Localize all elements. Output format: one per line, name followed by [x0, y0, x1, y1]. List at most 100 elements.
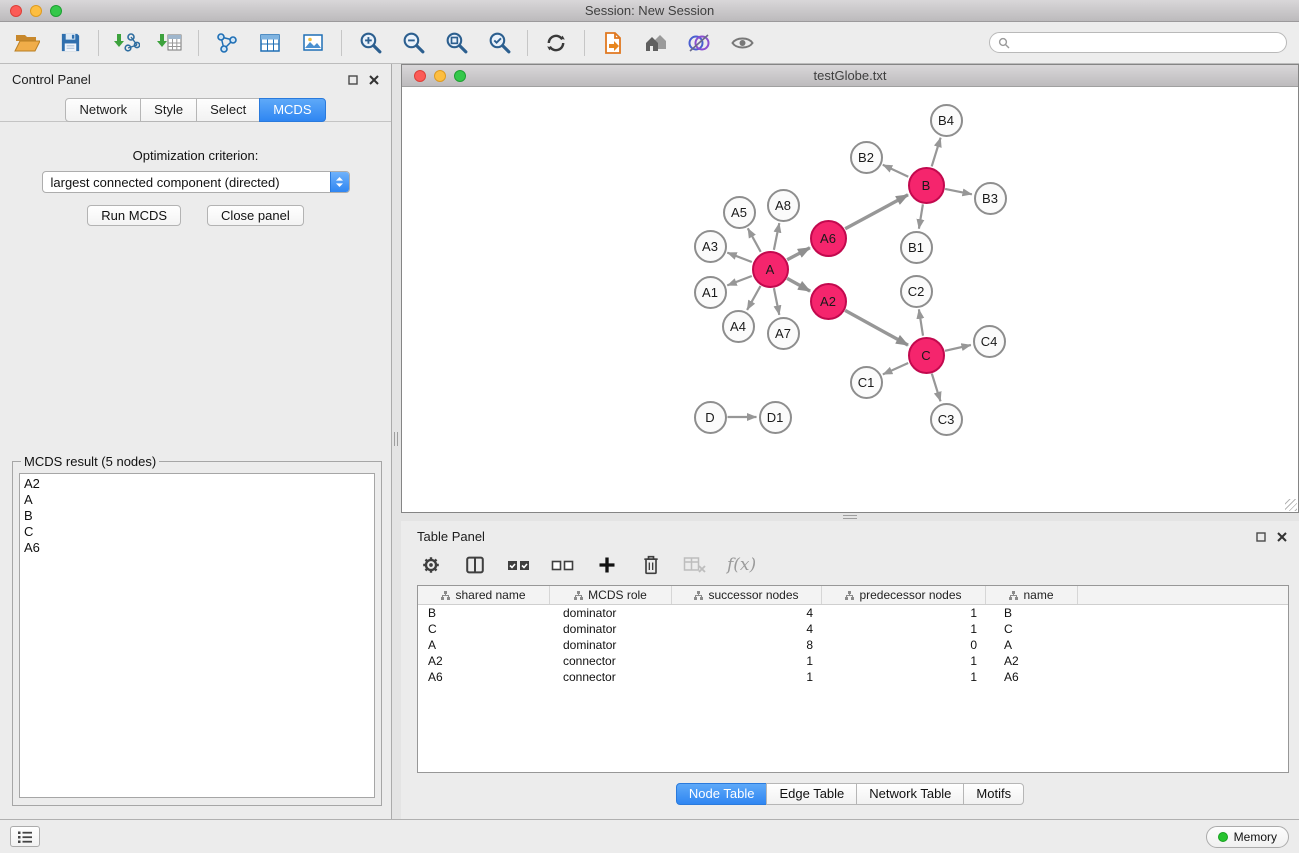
graph-edge-A-A1[interactable] — [727, 276, 752, 285]
table-cell[interactable]: connector — [550, 670, 672, 684]
table-row[interactable]: A6connector11A6 — [418, 669, 1288, 685]
column-header-predecessor-nodes[interactable]: predecessor nodes — [822, 586, 986, 604]
graph-node-B2[interactable]: B2 — [850, 141, 883, 174]
graph-edge-A2-C[interactable] — [845, 310, 908, 345]
graph-node-C2[interactable]: C2 — [900, 275, 933, 308]
mcds-result-item[interactable]: B — [20, 508, 374, 524]
close-window-button[interactable] — [10, 5, 22, 17]
table-row[interactable]: Cdominator41C — [418, 621, 1288, 637]
zoom-window-button[interactable] — [50, 5, 62, 17]
table-cell[interactable]: A2 — [418, 654, 550, 668]
table-row[interactable]: Bdominator41B — [418, 605, 1288, 621]
graph-edge-B-B4[interactable] — [932, 138, 941, 167]
node-table[interactable]: shared nameMCDS rolesuccessor nodesprede… — [417, 585, 1289, 773]
home-icon[interactable] — [641, 28, 671, 58]
tab-node-table[interactable]: Node Table — [676, 783, 768, 805]
select-all-icon[interactable] — [507, 553, 531, 577]
table-row[interactable]: Adominator80A — [418, 637, 1288, 653]
mcds-result-item[interactable]: A2 — [20, 476, 374, 492]
table-cell[interactable]: 0 — [822, 638, 986, 652]
graph-node-B4[interactable]: B4 — [930, 104, 963, 137]
new-network-icon[interactable] — [212, 28, 242, 58]
delete-icon[interactable] — [639, 553, 663, 577]
graph-node-B1[interactable]: B1 — [900, 231, 933, 264]
network-minimize-button[interactable] — [434, 70, 446, 82]
graph-node-A7[interactable]: A7 — [767, 317, 800, 350]
graph-node-C4[interactable]: C4 — [973, 325, 1006, 358]
memory-button[interactable]: Memory — [1206, 826, 1289, 848]
tab-motifs[interactable]: Motifs — [963, 783, 1024, 805]
tab-network-table[interactable]: Network Table — [856, 783, 964, 805]
float-panel-icon[interactable] — [1256, 532, 1266, 542]
mcds-result-item[interactable]: C — [20, 524, 374, 540]
zoom-selected-icon[interactable] — [484, 28, 514, 58]
graph-edge-B-B3[interactable] — [945, 189, 972, 194]
tab-style[interactable]: Style — [140, 98, 197, 122]
table-cell[interactable]: 4 — [672, 622, 822, 636]
table-cell[interactable]: A — [418, 638, 550, 652]
graph-node-A[interactable]: A — [752, 251, 789, 288]
table-cell[interactable]: 4 — [672, 606, 822, 620]
close-panel-button[interactable]: Close panel — [207, 205, 304, 226]
mcds-result-item[interactable]: A6 — [20, 540, 374, 556]
graph-edge-A-A5[interactable] — [748, 228, 761, 252]
add-icon[interactable] — [595, 553, 619, 577]
import-file-icon[interactable] — [598, 28, 628, 58]
tab-select[interactable]: Select — [196, 98, 260, 122]
graph-node-A6[interactable]: A6 — [810, 220, 847, 257]
graph-edge-C-C3[interactable] — [932, 374, 941, 402]
table-cell[interactable]: dominator — [550, 606, 672, 620]
graph-edge-C-C4[interactable] — [945, 345, 971, 351]
table-cell[interactable]: dominator — [550, 638, 672, 652]
column-header-name[interactable]: name — [986, 586, 1078, 604]
graph-node-A1[interactable]: A1 — [694, 276, 727, 309]
network-zoom-button[interactable] — [454, 70, 466, 82]
table-cell[interactable]: A6 — [418, 670, 550, 684]
tab-network[interactable]: Network — [65, 98, 141, 122]
network-close-button[interactable] — [414, 70, 426, 82]
graph-node-B[interactable]: B — [908, 167, 945, 204]
graph-node-A2[interactable]: A2 — [810, 283, 847, 320]
float-panel-icon[interactable] — [348, 75, 358, 85]
table-cell[interactable]: 1 — [822, 622, 986, 636]
table-cell[interactable]: C — [986, 622, 1078, 636]
show-hide-icon[interactable] — [727, 28, 757, 58]
graph-edge-C-C1[interactable] — [883, 363, 908, 374]
column-header-successor-nodes[interactable]: successor nodes — [672, 586, 822, 604]
criterion-select[interactable]: largest connected component (directed) — [42, 171, 350, 193]
open-icon[interactable] — [12, 28, 42, 58]
table-cell[interactable]: 8 — [672, 638, 822, 652]
horizontal-splitter[interactable] — [401, 513, 1299, 521]
graph-node-A5[interactable]: A5 — [723, 196, 756, 229]
table-cell[interactable]: A2 — [986, 654, 1078, 668]
import-network-icon[interactable] — [112, 28, 142, 58]
network-canvas[interactable]: B4B2BB3A5A8A6A3B1AC2A1A2A4A7C4CC1C3DD1 — [402, 87, 1298, 512]
graph-edge-B-B2[interactable] — [883, 165, 909, 177]
graph-edge-A-A8[interactable] — [774, 223, 779, 250]
graph-edge-A-A2[interactable] — [787, 278, 810, 291]
deselect-all-icon[interactable] — [551, 553, 575, 577]
table-cell[interactable]: A — [986, 638, 1078, 652]
table-cell[interactable]: 1 — [822, 670, 986, 684]
import-table-icon[interactable] — [155, 28, 185, 58]
zoom-in-icon[interactable] — [355, 28, 385, 58]
export-image-icon[interactable] — [298, 28, 328, 58]
table-cell[interactable]: 1 — [822, 606, 986, 620]
graph-node-A8[interactable]: A8 — [767, 189, 800, 222]
graph-node-C1[interactable]: C1 — [850, 366, 883, 399]
graph-node-A4[interactable]: A4 — [722, 310, 755, 343]
close-panel-icon[interactable] — [1277, 532, 1287, 542]
resize-grip[interactable] — [1285, 499, 1297, 511]
tab-mcds[interactable]: MCDS — [259, 98, 325, 122]
search-box[interactable] — [989, 32, 1287, 53]
graph-edge-A-A7[interactable] — [774, 288, 779, 315]
graph-node-C[interactable]: C — [908, 337, 945, 374]
table-cell[interactable]: 1 — [672, 654, 822, 668]
column-header-mcds-role[interactable]: MCDS role — [550, 586, 672, 604]
table-row[interactable]: A2connector11A2 — [418, 653, 1288, 669]
table-cell[interactable]: C — [418, 622, 550, 636]
table-cell[interactable]: dominator — [550, 622, 672, 636]
graph-node-D[interactable]: D — [694, 401, 727, 434]
search-input[interactable] — [1015, 36, 1278, 50]
graph-edge-A6-B[interactable] — [845, 195, 908, 229]
